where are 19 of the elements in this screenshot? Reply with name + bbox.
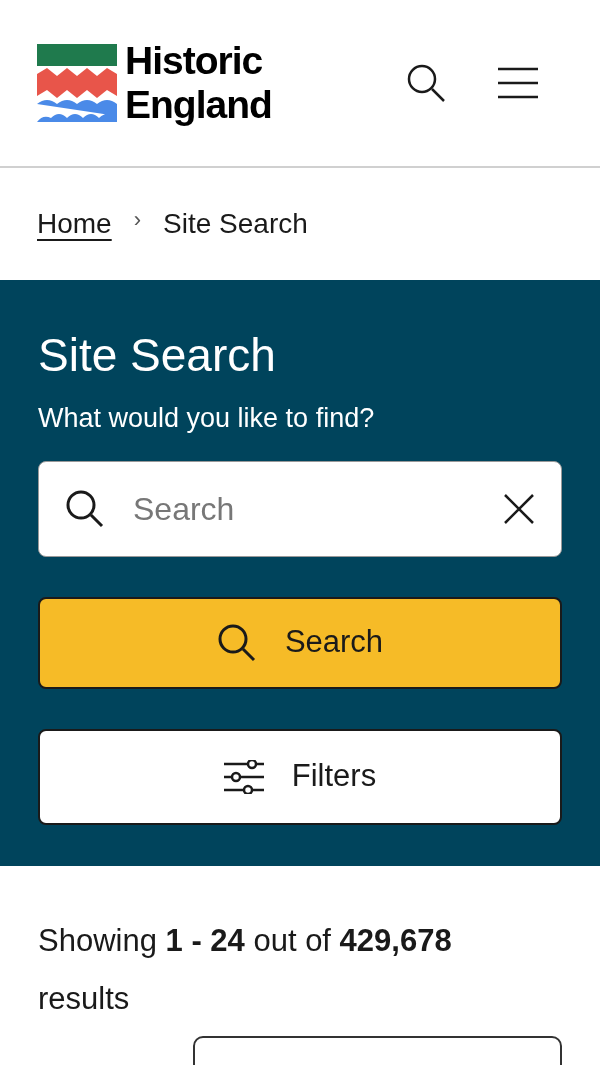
search-icon[interactable]	[406, 63, 446, 103]
search-prompt: What would you like to find?	[38, 402, 376, 435]
sort-select[interactable]	[193, 1036, 562, 1065]
breadcrumb-current: Site Search	[163, 207, 308, 241]
search-icon	[216, 622, 257, 663]
logo-icon	[37, 44, 117, 122]
search-field[interactable]: Search	[38, 460, 562, 557]
breadcrumb-link[interactable]: Home	[37, 203, 112, 245]
sliders-icon	[223, 759, 264, 794]
menu-icon[interactable]	[498, 67, 538, 99]
page-title: Site Search	[38, 328, 277, 382]
results-summary: Showing 1 - 24 out of 429,678 results	[37, 922, 453, 1018]
search-icon	[65, 488, 105, 529]
logo-text[interactable]: Historic England	[125, 39, 272, 127]
filters-button[interactable]: Filters	[38, 728, 562, 825]
close-icon[interactable]	[503, 492, 535, 525]
chevron-icon: ›	[133, 202, 142, 236]
search-input[interactable]: Search	[133, 484, 475, 533]
search-button[interactable]: Search	[38, 596, 562, 689]
